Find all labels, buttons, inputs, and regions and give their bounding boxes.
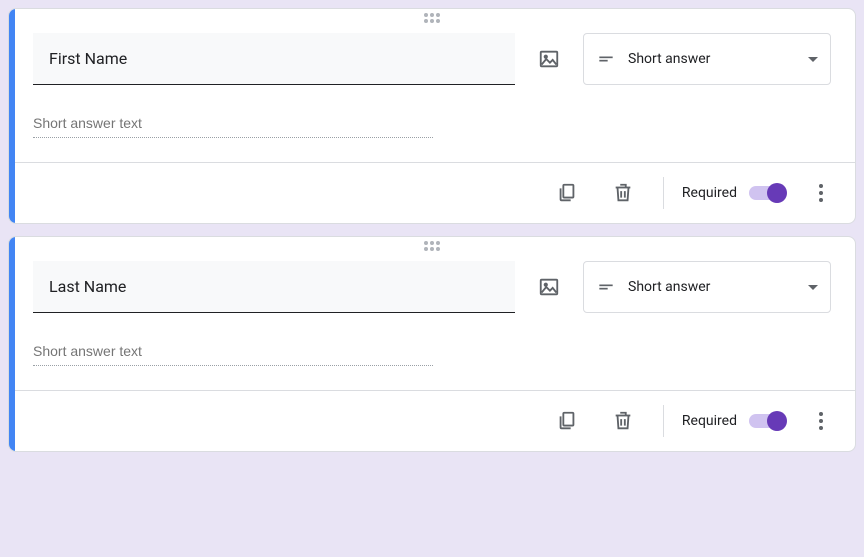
- drag-handle[interactable]: [9, 9, 855, 25]
- add-image-button[interactable]: [527, 265, 571, 309]
- add-image-button[interactable]: [527, 37, 571, 81]
- image-icon: [538, 48, 560, 70]
- question-footer: Required: [9, 390, 855, 451]
- question-card[interactable]: Short answer Required: [8, 236, 856, 452]
- more-options-button[interactable]: [799, 171, 843, 215]
- required-toggle[interactable]: [747, 411, 787, 431]
- copy-icon: [556, 410, 578, 432]
- drag-icon: [424, 13, 440, 23]
- answer-text-preview: [33, 109, 433, 138]
- drag-handle[interactable]: [9, 237, 855, 253]
- chevron-down-icon: [808, 57, 818, 62]
- question-footer: Required: [9, 162, 855, 223]
- more-vertical-icon: [819, 412, 823, 430]
- question-type-label: Short answer: [628, 279, 796, 295]
- delete-button[interactable]: [601, 171, 645, 215]
- required-label: Required: [682, 185, 737, 201]
- trash-icon: [612, 410, 634, 432]
- required-group: Required: [682, 183, 787, 203]
- short-answer-icon: [596, 277, 616, 297]
- chevron-down-icon: [808, 285, 818, 290]
- delete-button[interactable]: [601, 399, 645, 443]
- trash-icon: [612, 182, 634, 204]
- question-title-input[interactable]: [33, 33, 515, 85]
- drag-icon: [424, 241, 440, 251]
- required-label: Required: [682, 413, 737, 429]
- more-vertical-icon: [819, 184, 823, 202]
- more-options-button[interactable]: [799, 399, 843, 443]
- question-type-dropdown[interactable]: Short answer: [583, 33, 831, 85]
- duplicate-button[interactable]: [545, 399, 589, 443]
- answer-text-preview: [33, 337, 433, 366]
- question-type-dropdown[interactable]: Short answer: [583, 261, 831, 313]
- question-header: Short answer: [9, 253, 855, 325]
- question-card[interactable]: Short answer Required: [8, 8, 856, 224]
- question-header: Short answer: [9, 25, 855, 97]
- footer-divider: [663, 405, 664, 437]
- toggle-thumb: [767, 183, 787, 203]
- required-group: Required: [682, 411, 787, 431]
- toggle-thumb: [767, 411, 787, 431]
- copy-icon: [556, 182, 578, 204]
- short-answer-icon: [596, 49, 616, 69]
- duplicate-button[interactable]: [545, 171, 589, 215]
- image-icon: [538, 276, 560, 298]
- required-toggle[interactable]: [747, 183, 787, 203]
- answer-preview: [9, 325, 855, 390]
- answer-preview: [9, 97, 855, 162]
- footer-divider: [663, 177, 664, 209]
- question-type-label: Short answer: [628, 51, 796, 67]
- question-title-input[interactable]: [33, 261, 515, 313]
